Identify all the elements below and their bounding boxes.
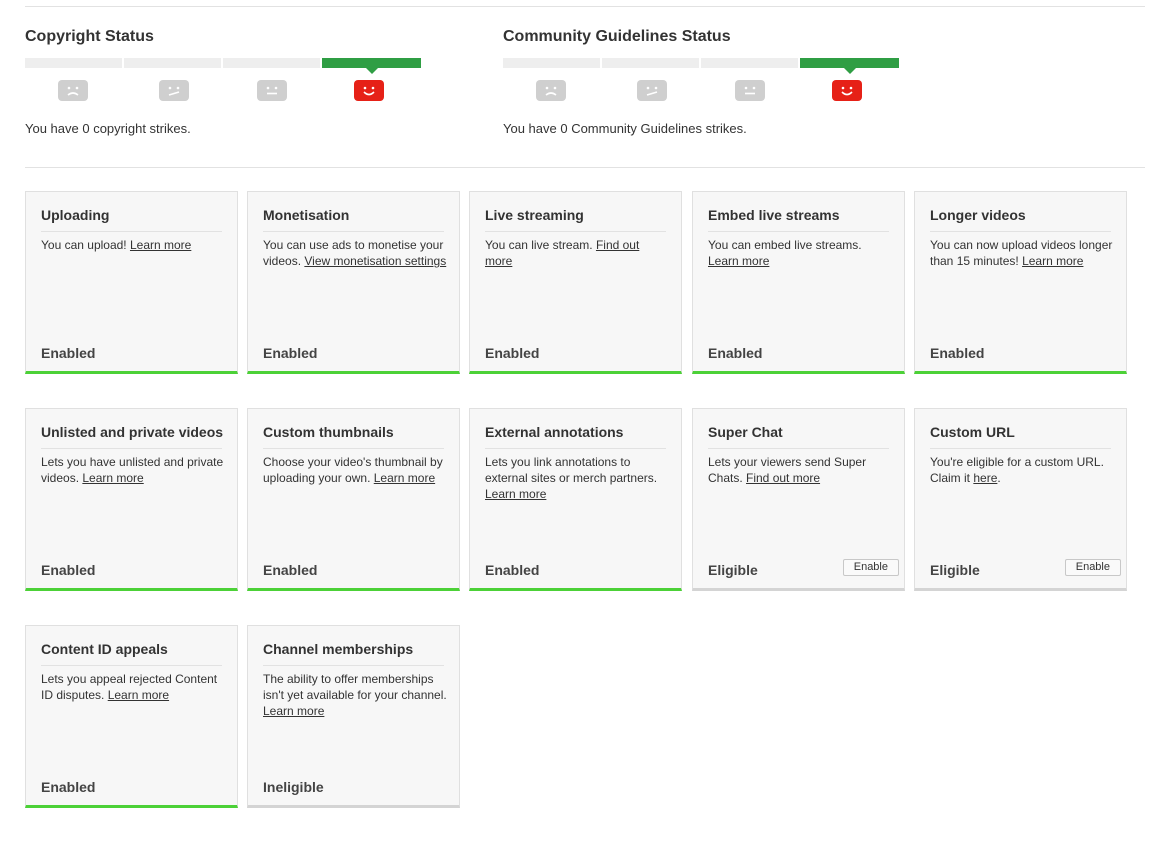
card-description: You can embed live streams. Learn more	[708, 238, 862, 268]
card-title: External annotations	[485, 424, 666, 449]
feature-card-monetisation: Monetisation You can use ads to monetise…	[247, 191, 460, 374]
copyright-strike-bar	[25, 58, 421, 74]
card-title: Longer videos	[930, 207, 1111, 232]
strike-segment-0	[322, 58, 421, 74]
community-guidelines-status: Community Guidelines Status You have 0 C…	[503, 28, 903, 136]
card-status: Enabled	[41, 779, 96, 795]
card-status: Enabled	[708, 345, 763, 361]
view-monetisation-settings-link[interactable]: View monetisation settings	[304, 254, 446, 268]
card-description: Lets you appeal rejected Content ID disp…	[41, 672, 218, 702]
strike-segment-2	[602, 58, 699, 68]
card-description: Lets you have unlisted and private video…	[41, 455, 224, 485]
card-title: Custom URL	[930, 424, 1111, 449]
card-status: Eligible	[930, 562, 980, 578]
feature-card-custom-thumbnails: Custom thumbnails Choose your video's th…	[247, 408, 460, 591]
learn-more-link[interactable]: Learn more	[485, 487, 546, 501]
strike-segment-3	[503, 58, 600, 68]
feature-card-live-streaming: Live streaming You can live stream. Find…	[469, 191, 682, 374]
card-title: Channel memberships	[263, 641, 444, 666]
claim-here-link[interactable]: here	[973, 471, 997, 485]
community-strike-bar	[503, 58, 899, 74]
copyright-status: Copyright Status You have 0 copyright st…	[25, 28, 425, 136]
learn-more-link[interactable]: Learn more	[263, 704, 324, 718]
card-title: Monetisation	[263, 207, 444, 232]
card-title: Content ID appeals	[41, 641, 222, 666]
card-description: Choose your video's thumbnail by uploadi…	[263, 455, 443, 485]
happy-face-icon	[354, 80, 384, 101]
card-status: Enabled	[41, 562, 96, 578]
card-description: You're eligible for a custom URL. Claim …	[930, 455, 1104, 485]
neutral-face-icon	[735, 80, 765, 101]
learn-more-link[interactable]: Learn more	[108, 688, 169, 702]
card-title: Uploading	[41, 207, 222, 232]
feature-card-longer-videos: Longer videos You can now upload videos …	[914, 191, 1127, 374]
feature-card-content-id-appeals: Content ID appeals Lets you appeal rejec…	[25, 625, 238, 808]
card-title: Super Chat	[708, 424, 889, 449]
card-description: The ability to offer memberships isn't y…	[263, 672, 447, 718]
strike-segment-2	[124, 58, 221, 68]
feature-card-custom-url: Custom URL You're eligible for a custom …	[914, 408, 1127, 591]
find-out-more-link[interactable]: Find out more	[746, 471, 820, 485]
feature-card-super-chat: Super Chat Lets your viewers send Super …	[692, 408, 905, 591]
happy-face-icon	[832, 80, 862, 101]
card-status: Enabled	[263, 345, 318, 361]
unsure-face-icon	[637, 80, 667, 101]
card-status: Enabled	[263, 562, 318, 578]
card-description: You can upload! Learn more	[41, 238, 192, 252]
card-description: Lets you link annotations to external si…	[485, 455, 658, 501]
card-status: Eligible	[708, 562, 758, 578]
section-divider	[25, 167, 1145, 168]
card-status: Enabled	[485, 345, 540, 361]
neutral-face-icon	[257, 80, 287, 101]
learn-more-link[interactable]: Learn more	[1022, 254, 1083, 268]
card-title: Live streaming	[485, 207, 666, 232]
copyright-strikes-message: You have 0 copyright strikes.	[25, 121, 191, 136]
copyright-status-title: Copyright Status	[25, 28, 154, 45]
learn-more-link[interactable]: Learn more	[82, 471, 143, 485]
card-status: Enabled	[485, 562, 540, 578]
strike-segment-1	[701, 58, 798, 68]
strike-segment-3	[25, 58, 122, 68]
card-description: You can live stream. Find out more	[485, 238, 640, 268]
enable-custom-url-button[interactable]: Enable	[1064, 559, 1121, 576]
top-divider	[25, 6, 1145, 7]
card-title: Embed live streams	[708, 207, 889, 232]
card-description: You can use ads to monetise your videos.…	[263, 238, 447, 268]
card-status: Ineligible	[263, 779, 324, 795]
strike-segment-0	[800, 58, 899, 74]
feature-card-embed-live-streams: Embed live streams You can embed live st…	[692, 191, 905, 374]
feature-card-uploading: Uploading You can upload! Learn more Ena…	[25, 191, 238, 374]
unsure-face-icon	[159, 80, 189, 101]
feature-card-external-annotations: External annotations Lets you link annot…	[469, 408, 682, 591]
card-title: Custom thumbnails	[263, 424, 444, 449]
learn-more-link[interactable]: Learn more	[130, 238, 191, 252]
card-description: You can now upload videos longer than 15…	[930, 238, 1113, 268]
learn-more-link[interactable]: Learn more	[708, 254, 769, 268]
card-status: Enabled	[41, 345, 96, 361]
sad-face-icon	[58, 80, 88, 101]
sad-face-icon	[536, 80, 566, 101]
card-status: Enabled	[930, 345, 985, 361]
community-strikes-message: You have 0 Community Guidelines strikes.	[503, 121, 747, 136]
learn-more-link[interactable]: Learn more	[374, 471, 435, 485]
enable-super-chat-button[interactable]: Enable	[842, 559, 899, 576]
feature-card-unlisted-private-videos: Unlisted and private videos Lets you hav…	[25, 408, 238, 591]
card-description: Lets your viewers send Super Chats. Find…	[708, 455, 867, 485]
strike-segment-1	[223, 58, 320, 68]
feature-card-channel-memberships: Channel memberships The ability to offer…	[247, 625, 460, 808]
card-title: Unlisted and private videos	[41, 424, 223, 449]
community-status-title: Community Guidelines Status	[503, 28, 731, 45]
